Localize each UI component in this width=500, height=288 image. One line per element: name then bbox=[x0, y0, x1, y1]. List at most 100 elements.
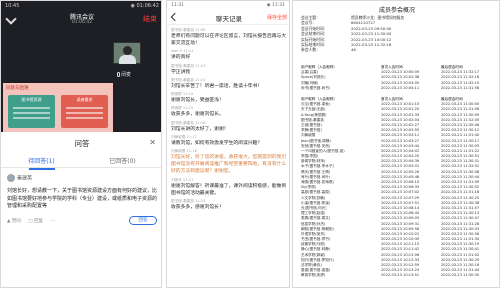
cell-last-leave: 2022-03-23 11:31:28 bbox=[441, 221, 480, 226]
save-all-button[interactable]: 保存全部 bbox=[267, 14, 287, 21]
meeting-header: 腾讯会议 01:06:42 结束 bbox=[1, 11, 161, 31]
author-name: 秦建英 bbox=[17, 175, 33, 182]
active-tab-underline bbox=[29, 168, 55, 170]
end-meeting-button[interactable]: 结束 bbox=[143, 14, 157, 24]
chat-header: 聊天记录 保存全部 bbox=[167, 11, 289, 25]
message-list: 图书馆-秦建英 11:08 老师们有问题可以在评论区留言，刘馆长报告后再与大家交流… bbox=[167, 28, 289, 213]
info-key: 参会人数： bbox=[301, 47, 320, 53]
meeting-info: 会议主题： 馆员教师沙龙：图书馆如何服务 会议号： 6604120727 会议开始时间：… bbox=[301, 15, 491, 53]
message-text: 刘馆长好，听了您的讲座，收获很大。您刚提到的我们图书馆没有开展阅读推广和经营重要… bbox=[171, 155, 287, 175]
reply-button[interactable]: □ 回复 bbox=[28, 219, 43, 224]
mute-button[interactable]: 闭麦 bbox=[117, 71, 131, 78]
qa-sheet: 问答 ✕ 待回答(1) 已回答(0) 秦建英 刘馆长好，想请教一下，关于图书馆资… bbox=[1, 132, 161, 287]
cell-first-join: 2022-03-23 10:01:33 bbox=[381, 112, 420, 117]
cell-last-leave: 2022-03-23 11:32:15 bbox=[441, 80, 480, 85]
chat-message: 刘黄颖雪 11:17 请教刘馆，如何有效激发学生的阅读兴趣？ bbox=[167, 135, 289, 147]
cell-first-join: 2022-03-23 10:04:02 bbox=[381, 148, 420, 153]
chat-message: 刘馆长 11:21 谢谢刘馆解答！祈谏最准了，课外阅读积极感，能做到图书馆的活动最… bbox=[167, 178, 289, 197]
cell-first-join: 2022-03-23 10:04:39 bbox=[381, 159, 420, 164]
minimize-chevron-icon[interactable] bbox=[5, 13, 17, 25]
cell-first-join: 2022-03-23 10:02:04 bbox=[381, 117, 420, 122]
cell-first-join: 2022-03-23 10:07:51 bbox=[381, 200, 420, 205]
cell-first-join: 2022-03-23 10:12:06 bbox=[381, 252, 420, 257]
info-row: 参会人数： 46 bbox=[301, 47, 491, 52]
status-bar: 10:45 ◉ 01:06:42 bbox=[5, 3, 159, 11]
table-row: 教育学院(宋婷) 2022-03-23 10:13:51 2022-03-23 11… bbox=[301, 273, 491, 278]
cell-first-join: 2022-03-23 10:02:55 bbox=[381, 128, 420, 133]
message-text: 刘馆长辛苦了！听君一席话，胜读十年书！ bbox=[171, 83, 263, 89]
cell-last-leave: 2022-03-23 11:31:58 bbox=[441, 85, 480, 90]
question-author: 秦建英 bbox=[7, 174, 32, 182]
chat-message: 刘黄颖雪 11:18 刘馆长好，听了您的讲座，收获很大。您刚提到的我们图书馆没有开… bbox=[167, 149, 289, 175]
tab-pending-label: 待回答(1) bbox=[28, 158, 55, 165]
cell-last-leave: 2022-03-23 11:30:17 bbox=[441, 138, 480, 143]
cell-last-leave: 2022-03-23 11:30:25 bbox=[441, 195, 480, 200]
answer-button[interactable]: 回答 bbox=[129, 216, 157, 225]
microphone-icon bbox=[117, 72, 120, 77]
avatar bbox=[7, 174, 15, 182]
participant-video-tile[interactable] bbox=[113, 42, 141, 64]
meeting-qa-panel: 10:45 ◉ 01:06:42 腾讯会议 01:06:42 结束 闭麦 问题与… bbox=[0, 0, 162, 288]
cell-last-leave: 2022-03-23 11:30:56 bbox=[441, 231, 480, 236]
message-text: 谢谢刘馆解答！祈谏最准了，课外阅读积极感，能做到图书馆的活动最关键。 bbox=[171, 183, 287, 196]
chat-message: 图书馆-秦建英 11:14 刘馆长辛苦了！听君一席话，胜读十年书！ bbox=[167, 78, 289, 90]
text-line bbox=[13, 112, 50, 114]
cell-first-join: 2022-03-23 10:08:14 bbox=[381, 205, 420, 210]
status-bar: 11:31 ◉ 11:31 bbox=[171, 3, 285, 10]
chat-title: 聊天记录 bbox=[216, 15, 242, 23]
cell-last-leave: 2022-03-23 11:31:44 bbox=[441, 268, 480, 273]
cell-last-leave: 2022-03-23 11:30:00 bbox=[441, 102, 480, 107]
status-indicators: ◉ 11:31 bbox=[266, 3, 285, 8]
cell-last-leave: 2022-03-23 11:30:31 bbox=[441, 159, 480, 164]
cell-first-join: 2022-03-23 10:09:31 bbox=[381, 221, 420, 226]
qa-title: 问答 bbox=[74, 139, 90, 148]
message-text: 老师们有问题可以在评论区留言，刘馆长报告后再与大家交流互动！ bbox=[171, 34, 287, 46]
attendance-panel: 成员参会概况 会议主题： 馆员教师沙龙：图书馆如何服务 会议号： 6604120727… bbox=[292, 0, 500, 288]
cell-first-join: 2022-03-23 10:01:15 bbox=[381, 102, 420, 107]
more-icon[interactable]: ··· bbox=[50, 219, 54, 224]
cell-first-join: 2022-03-23 10:06:10 bbox=[381, 180, 420, 184]
shared-slide: 问题与困难 图书馆资源 读者需求 bbox=[3, 83, 113, 132]
slide-card-needs: 读者需求 bbox=[61, 95, 108, 128]
cell-last-leave: 2022-03-23 11:30:47 bbox=[441, 216, 480, 221]
cell-first-join: 2022-03-23 10:11:42 bbox=[381, 247, 420, 252]
like-button[interactable]: ▲ 赞同 bbox=[7, 219, 21, 224]
message-text: 收获多多，谢谢刘馆长。 bbox=[171, 112, 224, 118]
attendance-table-group-2: 用户昵称（入会昵称） 首次入会时间 最后退会时间 沉沦(图书馆-梁秋) 2022-03-… bbox=[301, 97, 491, 279]
meeting-view: 10:45 ◉ 01:06:42 腾讯会议 01:06:42 结束 闭麦 问题与… bbox=[1, 1, 161, 132]
cell-nickname: 尚书(图书馆-尚书) bbox=[301, 85, 331, 90]
cell-last-leave: 2022-03-23 11:30:41 bbox=[441, 247, 480, 252]
tab-answered[interactable]: 已回答(0) bbox=[82, 156, 161, 165]
cell-first-join: 2022-03-23 10:01:20 bbox=[381, 107, 420, 112]
text-line bbox=[66, 112, 103, 114]
back-arrow-icon[interactable] bbox=[170, 12, 180, 22]
message-text: 学正讲我 bbox=[171, 69, 191, 75]
tab-pending[interactable]: 待回答(1) bbox=[1, 156, 82, 170]
cell-first-join: 2022-03-23 10:04:20 bbox=[381, 154, 420, 159]
cell-last-leave: 2022-03-23 11:30:19 bbox=[441, 242, 480, 247]
chat-message: wen-9 11:11 讲的真好 bbox=[167, 49, 289, 61]
info-value: 2022-03-23 11:30:00 bbox=[351, 31, 392, 37]
cell-first-join: 2022-03-23 10:11:15 bbox=[381, 242, 420, 247]
attendance-table-group-1: 用户昵称（入会昵称） 首次入会时间 最后退会时间 吕寅(吕寅) 2022-03-23 1… bbox=[301, 65, 491, 91]
cell-last-leave: 2022-03-23 11:30:08 bbox=[441, 169, 480, 174]
text-line bbox=[66, 107, 103, 109]
cell-last-leave: 2022-03-23 11:32:17 bbox=[441, 70, 480, 75]
chat-message: 图书馆-秦建英 11:16 刘馆长讲的太好了，谢谢！ bbox=[167, 121, 289, 133]
text-line bbox=[66, 117, 103, 119]
info-value: 2022-03-23 10:00:12 bbox=[351, 36, 392, 42]
close-icon[interactable]: ✕ bbox=[149, 138, 156, 147]
cell-last-leave: 2022-03-23 11:30:44 bbox=[441, 174, 480, 179]
cell-first-join: 2022-03-23 10:12:33 bbox=[381, 257, 420, 262]
cell-first-join: 2022-03-23 10:00:09 bbox=[381, 70, 420, 75]
cell-last-leave: 2022-03-23 11:31:22 bbox=[441, 148, 480, 153]
cell-first-join: 2022-03-23 10:05:01 bbox=[381, 164, 420, 169]
cell-last-leave: 2022-03-23 11:32:16 bbox=[441, 75, 480, 80]
cell-first-join: 2022-03-23 10:02:38 bbox=[381, 75, 420, 80]
chat-message: 图书馆-秦建英 11:08 老师们有问题可以在评论区留言，刘馆长报告后再与大家交流… bbox=[167, 28, 289, 47]
cell-first-join: 2022-03-23 10:13:24 bbox=[381, 268, 420, 273]
cell-first-join: 2022-03-23 10:09:58 bbox=[381, 226, 420, 231]
person-body-icon bbox=[119, 55, 136, 64]
qa-tabs: 待回答(1) 已回答(0) bbox=[1, 154, 161, 170]
status-indicators: ◉ 01:06:42 bbox=[130, 3, 159, 9]
